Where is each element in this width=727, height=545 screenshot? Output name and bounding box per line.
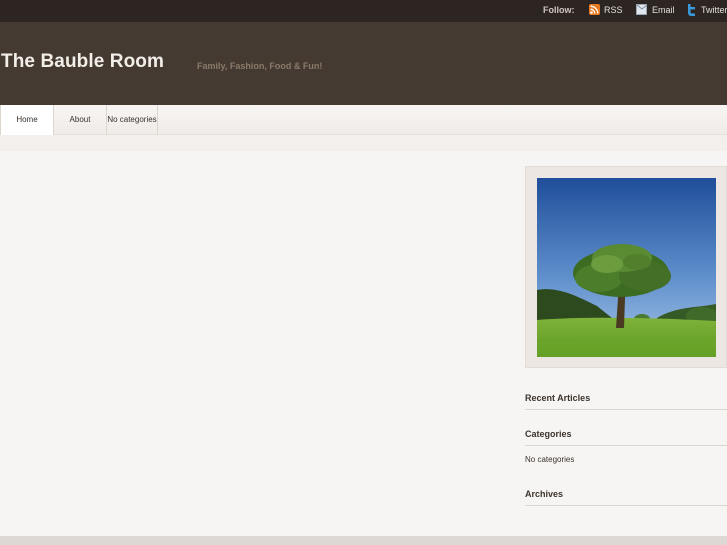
email-link[interactable]: Email (652, 5, 675, 15)
sidebar-photo-frame (525, 166, 727, 368)
nav-item-no-categories[interactable]: No categories (106, 105, 158, 135)
site-tagline: Family, Fashion, Food & Fun! (197, 61, 323, 71)
follow-label: Follow: (543, 5, 575, 15)
nav-shadow-band (0, 135, 727, 151)
nav-item-home[interactable]: Home (0, 105, 54, 135)
recent-articles-heading: Recent Articles (525, 393, 727, 410)
categories-empty-text: No categories (525, 455, 575, 464)
tree-photo[interactable] (537, 178, 716, 357)
footer-divider (0, 536, 727, 545)
categories-heading: Categories (525, 429, 727, 446)
main-content (0, 151, 510, 531)
rss-icon[interactable] (589, 4, 600, 15)
twitter-link[interactable]: Twitter (701, 5, 727, 15)
email-icon[interactable] (636, 4, 647, 15)
twitter-icon[interactable] (686, 4, 697, 16)
follow-bar: Follow: RSS Email Twitter (0, 0, 727, 22)
nav-item-about[interactable]: About (54, 105, 106, 135)
site-header: The Bauble Room Family, Fashion, Food & … (0, 22, 727, 106)
site-title[interactable]: The Bauble Room (1, 51, 164, 73)
rss-link[interactable]: RSS (604, 5, 623, 15)
main-nav: Home About No categories (0, 105, 727, 135)
archives-heading: Archives (525, 489, 727, 506)
